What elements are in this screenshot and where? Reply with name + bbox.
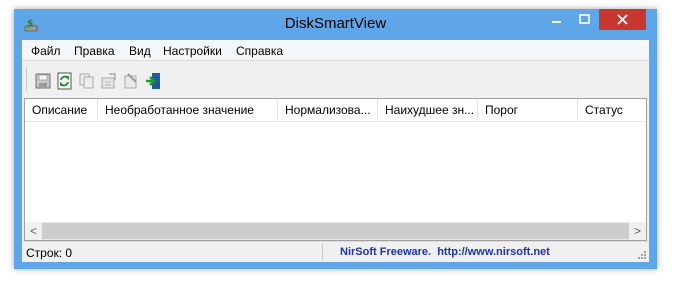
horizontal-scrollbar[interactable]: < > (25, 222, 646, 240)
maximize-button[interactable] (571, 9, 598, 30)
menu-bar: Файл Правка Вид Настройки Справка (22, 40, 649, 60)
column-status[interactable]: Статус (578, 99, 646, 121)
exit-icon[interactable] (144, 72, 162, 90)
toolbar (22, 60, 649, 99)
properties-icon[interactable] (100, 72, 118, 90)
row-count-label: Строк: 0 (26, 246, 73, 260)
scroll-left-button[interactable]: < (25, 222, 42, 240)
smart-attributes-list[interactable]: Описание Необработанное значение Нормали… (24, 98, 647, 241)
column-description[interactable]: Описание (25, 99, 98, 121)
copy-icon[interactable] (78, 72, 96, 90)
title-bar[interactable]: $ DiskSmartView (14, 9, 657, 40)
status-divider (322, 244, 323, 260)
menu-help[interactable]: Справка (236, 44, 283, 58)
client-area: Файл Правка Вид Настройки Справка Описан… (22, 40, 649, 262)
toolbar-grip (26, 67, 29, 91)
menu-file[interactable]: Файл (31, 44, 61, 58)
resize-grip-icon[interactable] (637, 250, 647, 260)
html-report-icon[interactable] (122, 72, 140, 90)
close-icon (617, 14, 628, 25)
scroll-right-button[interactable]: > (629, 222, 646, 240)
column-normalized[interactable]: Нормализова... (278, 99, 378, 121)
column-raw-value[interactable]: Необработанное значение (98, 99, 278, 121)
scrollbar-thumb[interactable] (42, 223, 629, 239)
minimize-icon (552, 21, 561, 23)
status-bar: Строк: 0 NirSoft Freeware. http://www.ni… (22, 241, 649, 262)
column-worst[interactable]: Наихудшее зн... (378, 99, 478, 121)
refresh-icon[interactable] (56, 72, 74, 90)
menu-edit[interactable]: Правка (74, 44, 115, 58)
close-button[interactable] (599, 9, 646, 30)
column-threshold[interactable]: Порог (478, 99, 578, 121)
menu-view[interactable]: Вид (129, 44, 151, 58)
list-header: Описание Необработанное значение Нормали… (25, 99, 646, 122)
nirsoft-link[interactable]: NirSoft Freeware. http://www.nirsoft.net (340, 246, 550, 258)
app-window: $ DiskSmartView Файл Правка Вид Настройк… (14, 9, 657, 269)
save-icon[interactable] (34, 72, 52, 90)
menu-settings[interactable]: Настройки (163, 44, 222, 58)
maximize-icon (579, 14, 590, 24)
minimize-button[interactable] (543, 9, 570, 30)
